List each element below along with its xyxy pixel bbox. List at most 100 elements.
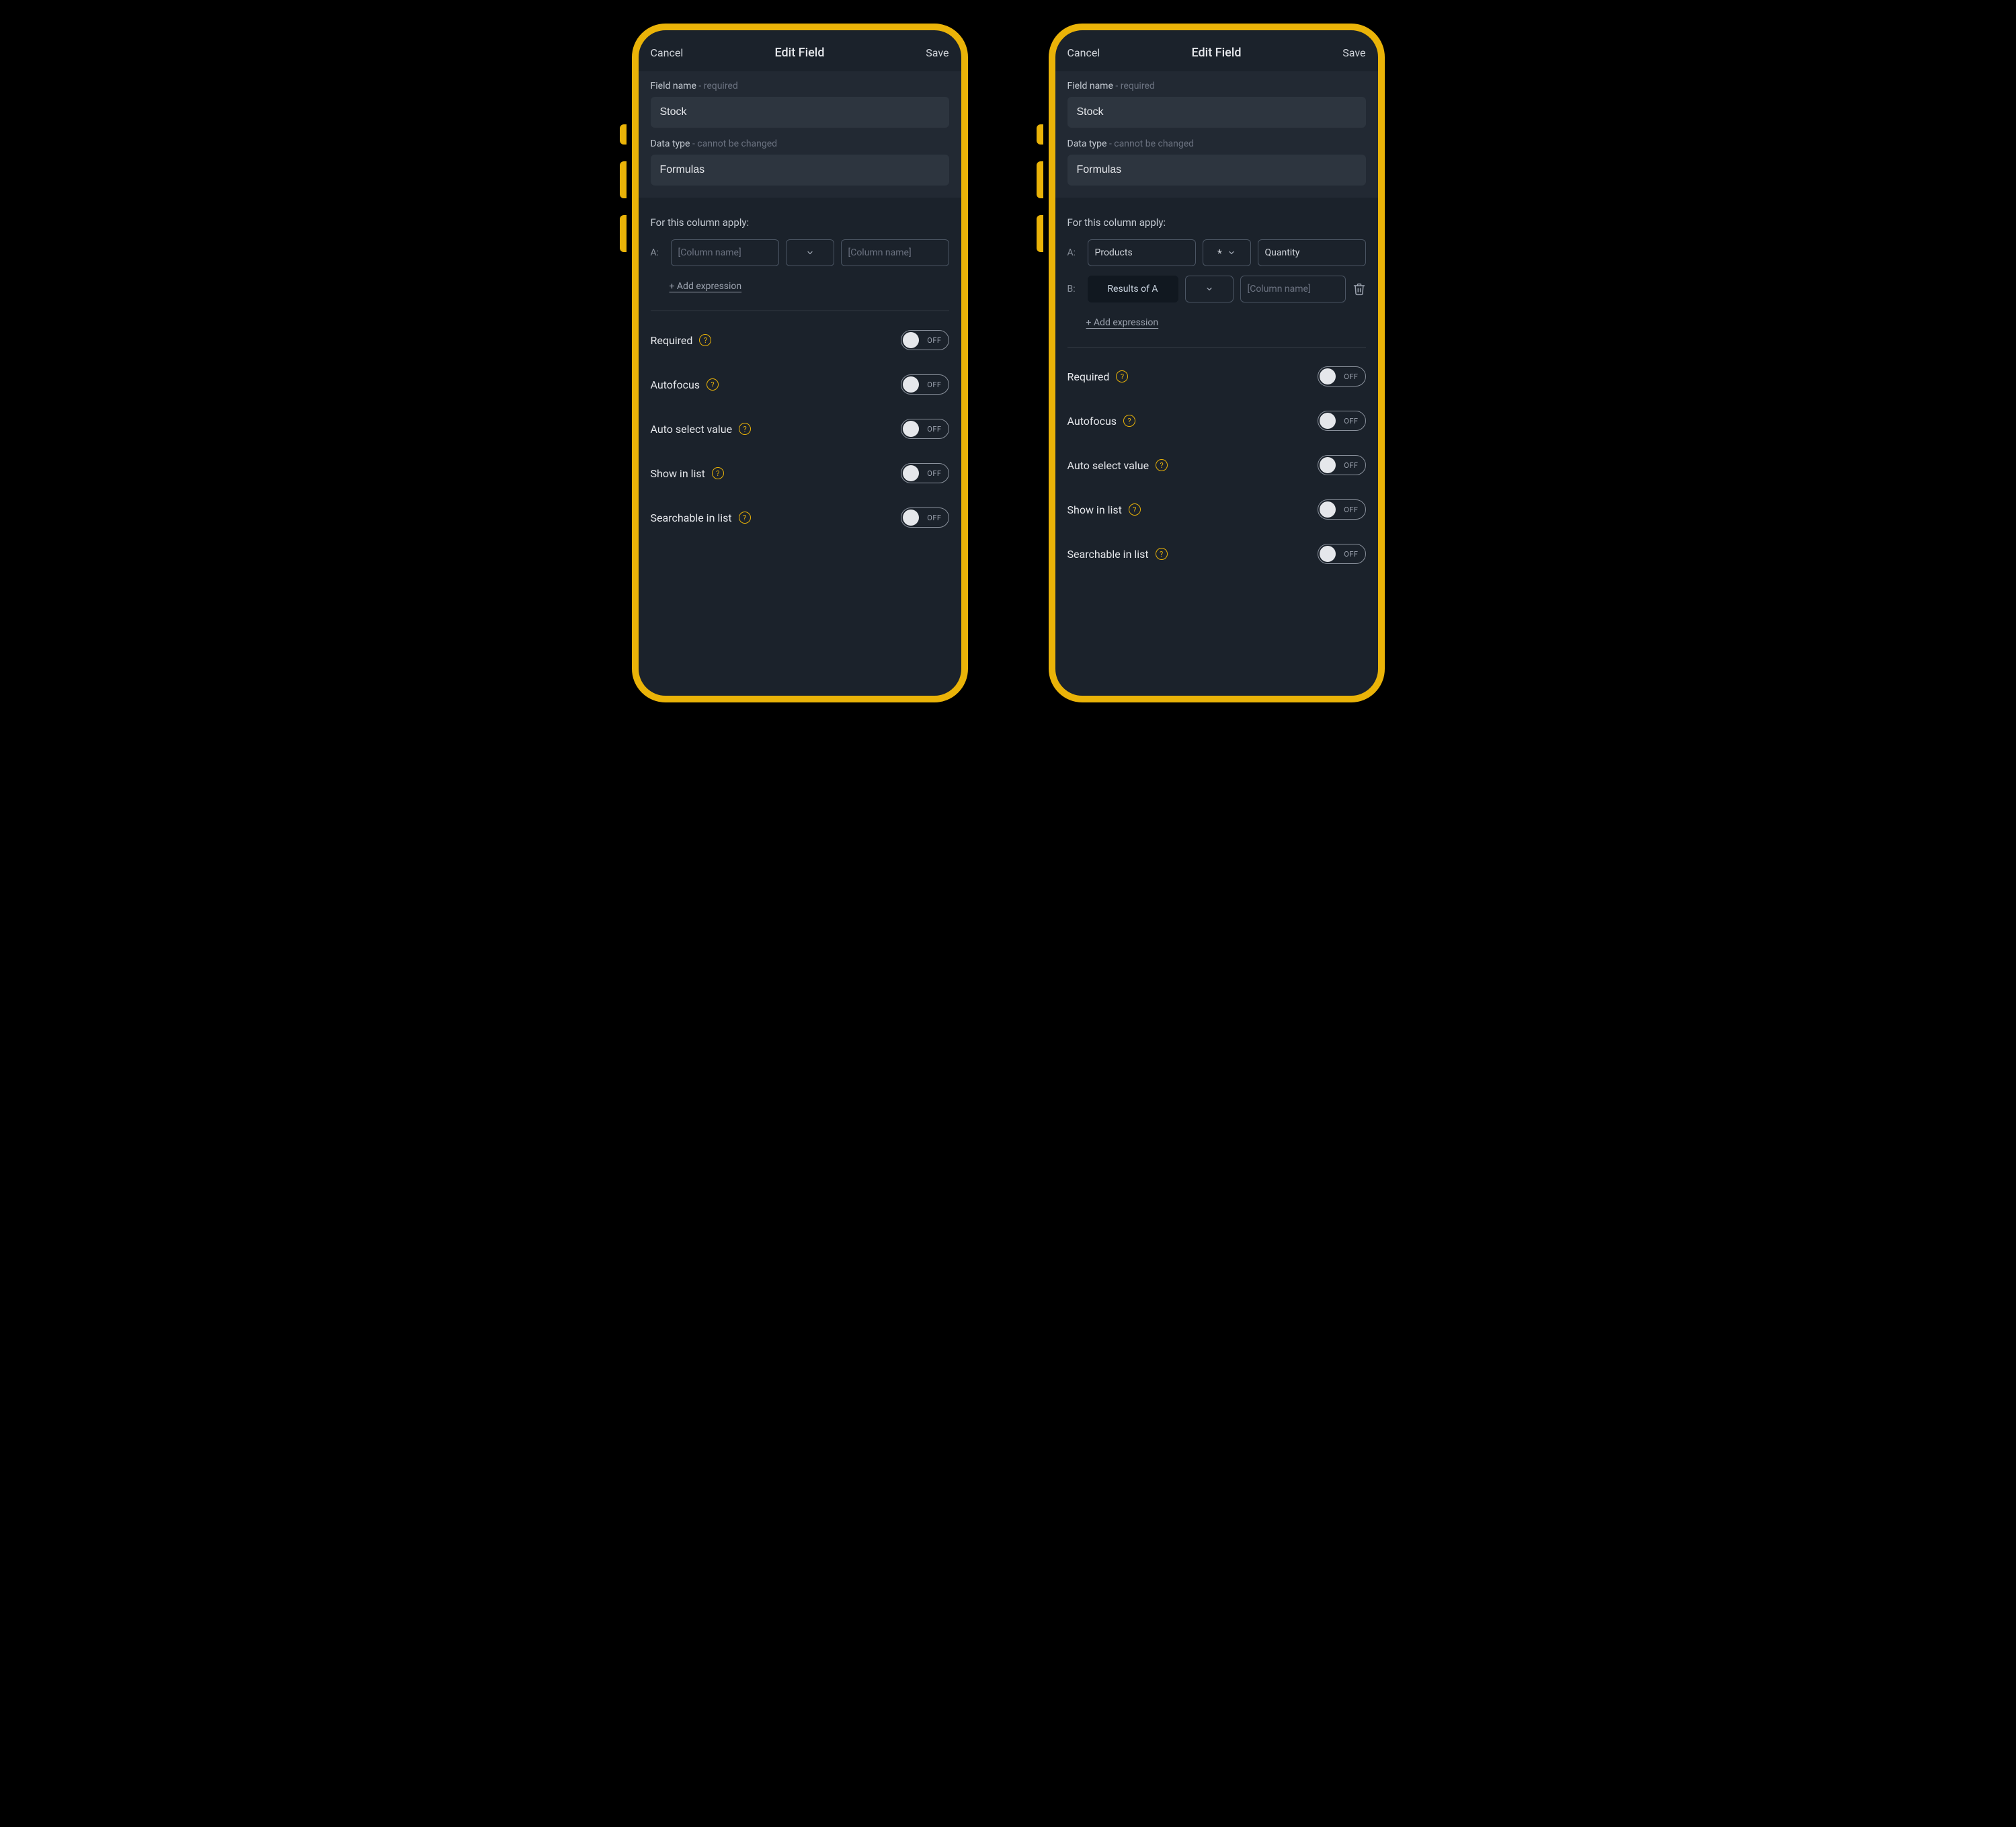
toggle-switch[interactable]: OFF <box>1318 366 1366 387</box>
expression-left-input[interactable]: Products <box>1088 239 1196 266</box>
field-name-label: Field name - required <box>651 81 949 91</box>
add-expression-button[interactable]: + Add expression <box>1086 317 1159 328</box>
page-title: Edit Field <box>774 46 824 60</box>
switch-knob <box>1320 546 1336 562</box>
toggle-row: Auto select value? OFF <box>1055 443 1378 487</box>
switch-state: OFF <box>1344 372 1358 381</box>
toggle-switch[interactable]: OFF <box>901 330 949 350</box>
toggle-label: Auto select value <box>651 423 733 436</box>
toggle-label: Autofocus <box>1067 415 1117 428</box>
apply-label: For this column apply: <box>1067 216 1366 229</box>
switch-knob <box>1320 501 1336 518</box>
toggle-switch[interactable]: OFF <box>1318 411 1366 431</box>
expression-row: B: Results of A [Column name] <box>1067 276 1366 302</box>
switch-state: OFF <box>1344 417 1358 425</box>
data-type-label: Data type - cannot be changed <box>651 138 949 149</box>
toggle-label: Autofocus <box>651 378 700 391</box>
help-icon[interactable]: ? <box>712 467 724 479</box>
chevron-down-icon <box>1205 285 1213 293</box>
toggle-label: Required <box>651 334 693 347</box>
switch-state: OFF <box>1344 550 1358 559</box>
page-title: Edit Field <box>1191 46 1241 60</box>
expression-left-static: Results of A <box>1088 276 1178 302</box>
toggle-switch[interactable]: OFF <box>1318 455 1366 475</box>
expression-row: A: [Column name] [Column name] <box>651 239 949 266</box>
field-name-label: Field name - required <box>1067 81 1366 91</box>
toggle-label: Required <box>1067 370 1110 383</box>
toggle-switch[interactable]: OFF <box>901 419 949 439</box>
expression-row: A: Products * Quantity <box>1067 239 1366 266</box>
chevron-down-icon <box>806 249 814 257</box>
chevron-down-icon <box>1227 249 1236 257</box>
help-icon[interactable]: ? <box>1116 370 1128 382</box>
switch-knob <box>1320 413 1336 429</box>
help-icon[interactable]: ? <box>1156 459 1168 471</box>
help-icon[interactable]: ? <box>1129 503 1141 516</box>
switch-knob <box>903 465 919 481</box>
divider <box>1067 347 1366 348</box>
apply-label: For this column apply: <box>651 216 949 229</box>
toggle-label: Searchable in list <box>651 512 732 524</box>
expression-right-input[interactable]: [Column name] <box>841 239 949 266</box>
toggle-label: Show in list <box>1067 503 1122 516</box>
toggle-row: Autofocus? OFF <box>639 362 961 407</box>
switch-knob <box>1320 368 1336 384</box>
toggle-switch[interactable]: OFF <box>1318 499 1366 520</box>
phone-frame: Cancel Edit Field Save Field name - require… <box>1049 24 1385 702</box>
expression-right-input[interactable]: [Column name] <box>1240 276 1346 302</box>
help-icon[interactable]: ? <box>1123 415 1135 427</box>
toggle-row: Searchable in list? OFF <box>1055 532 1378 576</box>
toggle-switch[interactable]: OFF <box>1318 544 1366 564</box>
help-icon[interactable]: ? <box>739 512 751 524</box>
help-icon[interactable]: ? <box>699 334 711 346</box>
expression-label: B: <box>1067 284 1081 294</box>
switch-state: OFF <box>927 469 941 478</box>
add-expression-button[interactable]: + Add expression <box>670 281 742 292</box>
cancel-button[interactable]: Cancel <box>1067 46 1100 59</box>
toggle-row: Required? OFF <box>1055 354 1378 399</box>
toggle-switch[interactable]: OFF <box>901 463 949 483</box>
data-type-input <box>1067 155 1366 186</box>
toggle-row: Autofocus? OFF <box>1055 399 1378 443</box>
expression-operator-select[interactable] <box>1185 276 1234 302</box>
toggle-row: Required? OFF <box>639 318 961 362</box>
toggle-row: Show in list? OFF <box>1055 487 1378 532</box>
switch-state: OFF <box>927 336 941 345</box>
switch-knob <box>903 421 919 437</box>
switch-state: OFF <box>927 380 941 389</box>
switch-state: OFF <box>927 514 941 522</box>
expression-operator-select[interactable] <box>786 239 834 266</box>
toggle-label: Show in list <box>651 467 705 480</box>
save-button[interactable]: Save <box>1342 46 1365 59</box>
data-type-label: Data type - cannot be changed <box>1067 138 1366 149</box>
switch-state: OFF <box>1344 461 1358 470</box>
save-button[interactable]: Save <box>926 46 949 59</box>
expression-right-input[interactable]: Quantity <box>1258 239 1366 266</box>
expression-operator-select[interactable]: * <box>1203 239 1251 266</box>
field-name-input[interactable] <box>1067 97 1366 128</box>
operator-symbol: * <box>1217 247 1222 259</box>
expression-label: A: <box>1067 247 1081 258</box>
toggle-row: Searchable in list? OFF <box>639 495 961 540</box>
toggle-switch[interactable]: OFF <box>901 508 949 528</box>
toggle-row: Auto select value? OFF <box>639 407 961 451</box>
switch-state: OFF <box>1344 505 1358 514</box>
switch-state: OFF <box>927 425 941 434</box>
delete-expression-icon[interactable] <box>1353 282 1366 296</box>
switch-knob <box>903 332 919 348</box>
field-name-input[interactable] <box>651 97 949 128</box>
cancel-button[interactable]: Cancel <box>651 46 684 59</box>
toggle-label: Searchable in list <box>1067 548 1149 561</box>
switch-knob <box>903 510 919 526</box>
help-icon[interactable]: ? <box>1156 548 1168 560</box>
data-type-input <box>651 155 949 186</box>
help-icon[interactable]: ? <box>739 423 751 435</box>
toggle-switch[interactable]: OFF <box>901 374 949 395</box>
expression-label: A: <box>651 247 664 258</box>
toggle-label: Auto select value <box>1067 459 1150 472</box>
help-icon[interactable]: ? <box>707 378 719 391</box>
expression-left-input[interactable]: [Column name] <box>671 239 779 266</box>
switch-knob <box>1320 457 1336 473</box>
toggle-row: Show in list? OFF <box>639 451 961 495</box>
phone-frame: Cancel Edit Field Save Field name - require… <box>632 24 968 702</box>
